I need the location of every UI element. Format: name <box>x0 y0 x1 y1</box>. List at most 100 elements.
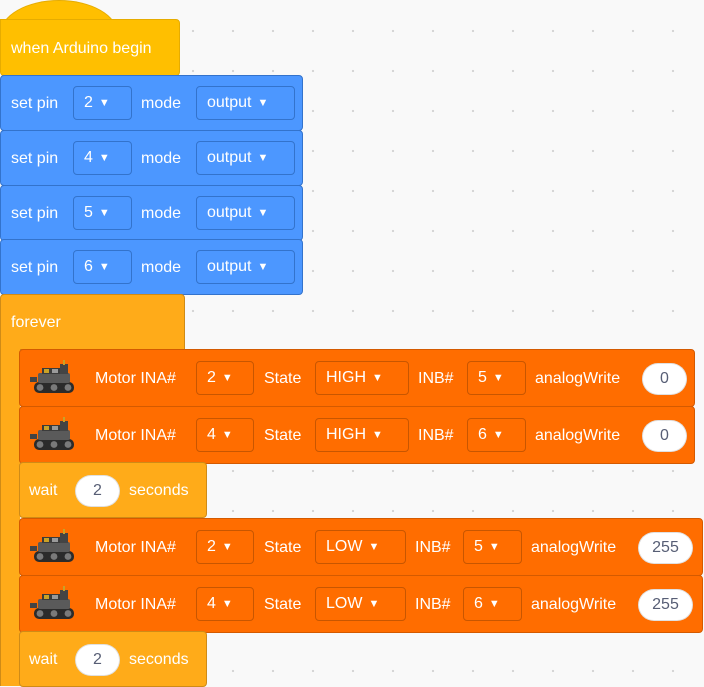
state-dropdown[interactable]: HIGH ▼ <box>315 418 409 452</box>
set-pin-block[interactable]: set pin 6 ▼ mode output ▼ <box>0 239 303 295</box>
inb-dropdown[interactable]: 5 ▼ <box>463 530 522 564</box>
analogwrite-input[interactable]: 255 <box>638 532 693 564</box>
caret-down-icon: ▼ <box>221 540 233 553</box>
pin-dropdown[interactable]: 5 ▼ <box>73 196 132 230</box>
wait-block[interactable]: wait 2 seconds <box>19 462 207 518</box>
caret-down-icon: ▼ <box>257 96 269 109</box>
pin-value: 2 <box>84 94 93 111</box>
state-value: HIGH <box>326 426 366 443</box>
mode-dropdown[interactable]: output ▼ <box>196 86 295 120</box>
motor-block[interactable]: Motor INA# 2 ▼ State HIGH ▼ INB# 5 ▼ ana… <box>19 349 695 407</box>
motor-block[interactable]: Motor INA# 2 ▼ State LOW ▼ INB# 5 ▼ anal… <box>19 518 703 576</box>
analogwrite-label: analogWrite <box>535 370 621 387</box>
caret-down-icon: ▼ <box>257 260 269 273</box>
caret-down-icon: ▼ <box>488 597 500 610</box>
motor-ina-label: Motor INA# <box>95 539 176 556</box>
forever-arm <box>0 349 20 686</box>
wait-label: wait <box>29 651 58 668</box>
caret-down-icon: ▼ <box>488 540 500 553</box>
analogwrite-input[interactable]: 255 <box>638 589 693 621</box>
mode-dropdown[interactable]: output ▼ <box>196 196 295 230</box>
pin-dropdown[interactable]: 2 ▼ <box>73 86 132 120</box>
set-pin-block[interactable]: set pin 5 ▼ mode output ▼ <box>0 185 303 241</box>
mode-label: mode <box>141 95 182 112</box>
ina-dropdown[interactable]: 4 ▼ <box>196 587 254 621</box>
inb-value: 5 <box>474 538 483 555</box>
ina-value: 4 <box>207 426 216 443</box>
set-pin-block[interactable]: set pin 2 ▼ mode output ▼ <box>0 75 303 131</box>
caret-down-icon: ▼ <box>372 428 383 441</box>
set-pin-block[interactable]: set pin 4 ▼ mode output ▼ <box>0 130 303 186</box>
caret-down-icon: ▼ <box>372 371 383 384</box>
analogwrite-label: analogWrite <box>535 427 621 444</box>
mode-value: output <box>207 258 252 275</box>
motor-block[interactable]: Motor INA# 4 ▼ State LOW ▼ INB# 6 ▼ anal… <box>19 575 703 633</box>
mode-value: output <box>207 204 252 221</box>
mode-value: output <box>207 94 252 111</box>
mode-dropdown[interactable]: output ▼ <box>196 141 295 175</box>
wait-label: wait <box>29 482 58 499</box>
set-pin-label: set pin <box>11 205 59 222</box>
ina-value: 4 <box>207 595 216 612</box>
seconds-label: seconds <box>129 482 189 499</box>
wait-seconds-input[interactable]: 2 <box>75 475 120 507</box>
state-value: LOW <box>326 595 363 612</box>
ina-dropdown[interactable]: 2 ▼ <box>196 530 254 564</box>
inb-dropdown[interactable]: 6 ▼ <box>467 418 526 452</box>
wait-seconds-input[interactable]: 2 <box>75 644 120 676</box>
state-value: HIGH <box>326 369 366 386</box>
analogwrite-input[interactable]: 0 <box>642 420 687 452</box>
caret-down-icon: ▼ <box>492 371 504 384</box>
inb-label: INB# <box>418 370 454 387</box>
seconds-label: seconds <box>129 651 189 668</box>
caret-down-icon: ▼ <box>257 151 269 164</box>
motor-block[interactable]: Motor INA# 4 ▼ State HIGH ▼ INB# 6 ▼ ana… <box>19 406 695 464</box>
ina-dropdown[interactable]: 4 ▼ <box>196 418 254 452</box>
pin-dropdown[interactable]: 4 ▼ <box>73 141 132 175</box>
robot-car-icon <box>30 360 74 393</box>
caret-down-icon: ▼ <box>492 428 504 441</box>
analogwrite-label: analogWrite <box>531 539 617 556</box>
state-label: State <box>264 427 302 444</box>
mode-label: mode <box>141 205 182 222</box>
inb-label: INB# <box>415 596 451 613</box>
when-arduino-begin-block[interactable]: when Arduino begin <box>0 0 180 76</box>
ina-value: 2 <box>207 369 216 386</box>
state-value: LOW <box>326 538 363 555</box>
inb-dropdown[interactable]: 5 ▼ <box>467 361 526 395</box>
hat-label: when Arduino begin <box>11 40 152 57</box>
motor-ina-label: Motor INA# <box>95 370 176 387</box>
caret-down-icon: ▼ <box>221 428 233 441</box>
caret-down-icon: ▼ <box>221 597 233 610</box>
caret-down-icon: ▼ <box>98 151 110 164</box>
state-label: State <box>264 539 302 556</box>
pin-value: 5 <box>84 204 93 221</box>
inb-label: INB# <box>418 427 454 444</box>
state-dropdown[interactable]: LOW ▼ <box>315 587 406 621</box>
forever-block[interactable]: forever <box>0 294 185 350</box>
caret-down-icon: ▼ <box>368 540 380 553</box>
robot-car-icon <box>30 529 74 562</box>
caret-down-icon: ▼ <box>257 206 269 219</box>
caret-down-icon: ▼ <box>221 371 233 384</box>
inb-value: 5 <box>478 369 487 386</box>
ina-value: 2 <box>207 538 216 555</box>
set-pin-label: set pin <box>11 95 59 112</box>
analogwrite-input[interactable]: 0 <box>642 363 687 395</box>
motor-ina-label: Motor INA# <box>95 427 176 444</box>
robot-car-icon <box>30 586 74 619</box>
ina-dropdown[interactable]: 2 ▼ <box>196 361 254 395</box>
mode-dropdown[interactable]: output ▼ <box>196 250 295 284</box>
robot-car-icon <box>30 417 74 450</box>
inb-dropdown[interactable]: 6 ▼ <box>463 587 522 621</box>
inb-value: 6 <box>478 426 487 443</box>
caret-down-icon: ▼ <box>98 260 110 273</box>
state-dropdown[interactable]: LOW ▼ <box>315 530 406 564</box>
analogwrite-label: analogWrite <box>531 596 617 613</box>
wait-block[interactable]: wait 2 seconds <box>19 631 207 687</box>
state-dropdown[interactable]: HIGH ▼ <box>315 361 409 395</box>
pin-value: 6 <box>84 258 93 275</box>
inb-label: INB# <box>415 539 451 556</box>
motor-ina-label: Motor INA# <box>95 596 176 613</box>
pin-dropdown[interactable]: 6 ▼ <box>73 250 132 284</box>
